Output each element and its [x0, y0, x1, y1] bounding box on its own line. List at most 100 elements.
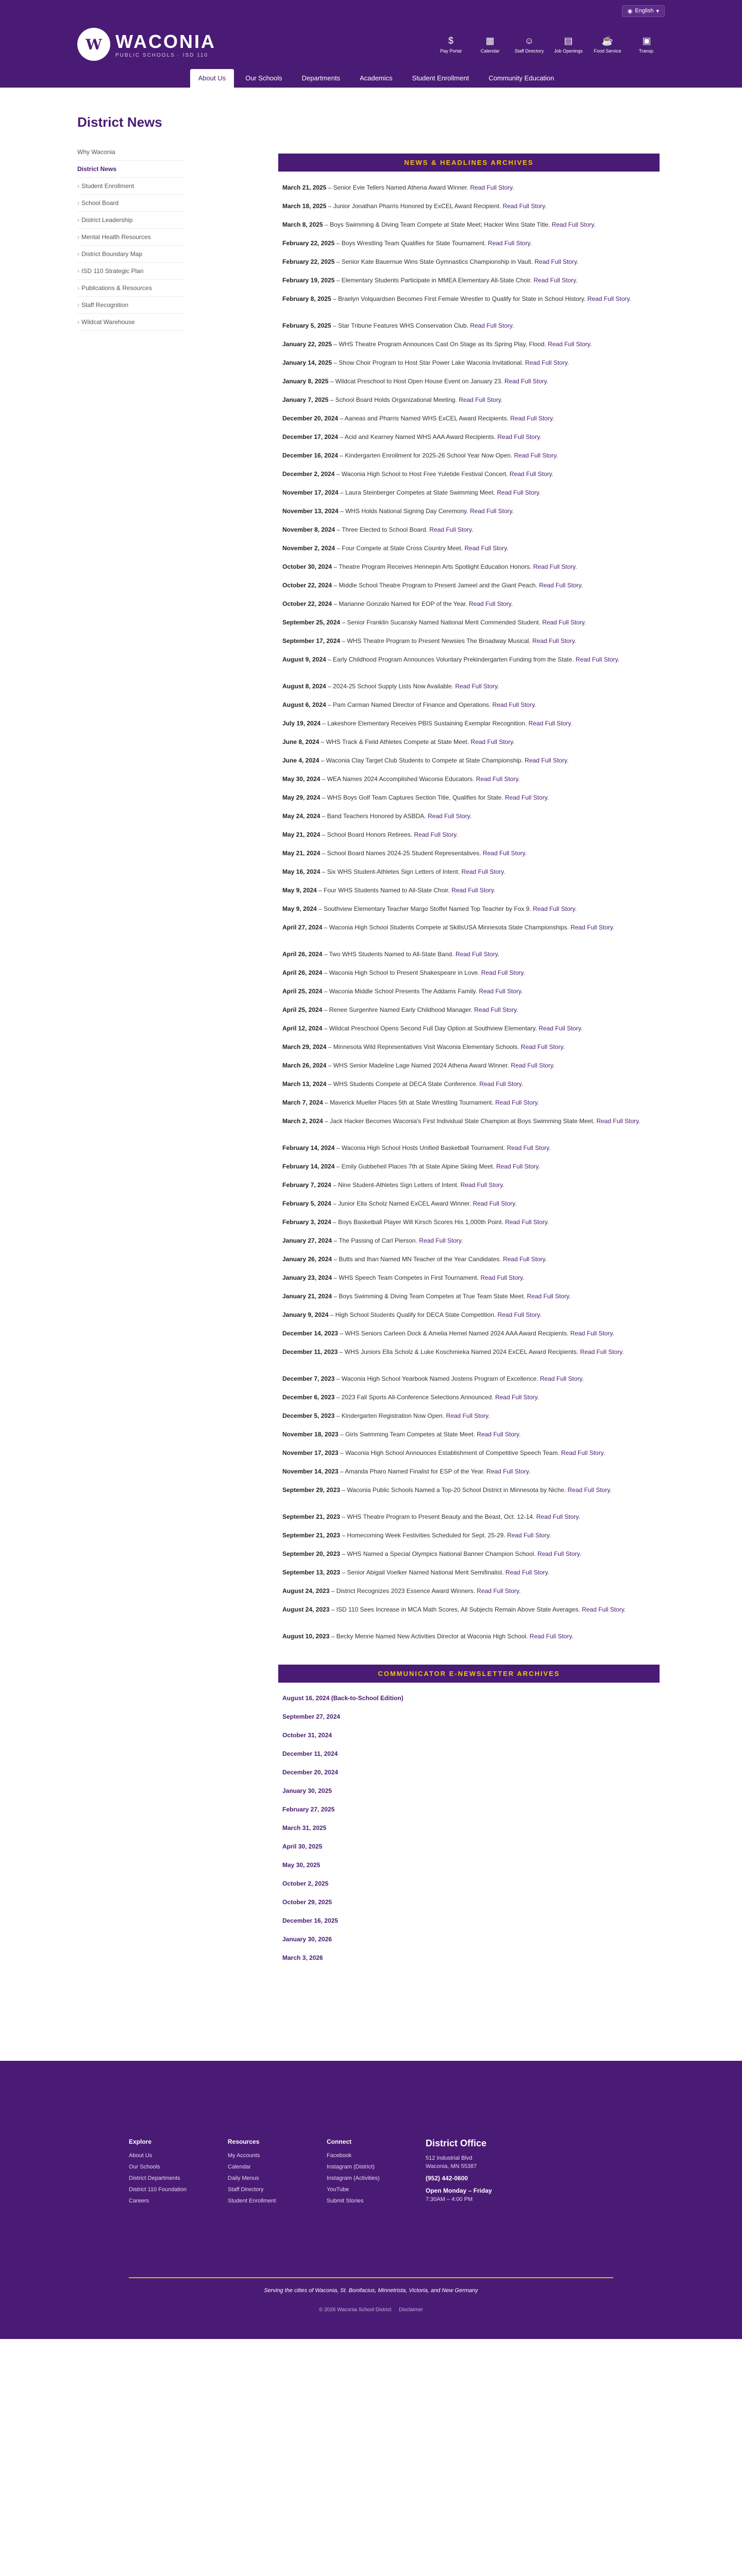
newsletter-link[interactable]: January 30, 2025 [278, 1783, 660, 1801]
read-full-story-link[interactable]: Read Full Story. [538, 1025, 582, 1032]
read-full-story-link[interactable]: Read Full Story. [419, 1237, 463, 1244]
footer-link-staff-directory[interactable]: Staff Directory [228, 2187, 327, 2193]
footer-link-about-us[interactable]: About Us [129, 2153, 228, 2159]
read-full-story-link[interactable]: Read Full Story. [530, 1633, 574, 1640]
read-full-story-link[interactable]: Read Full Story. [498, 1311, 542, 1318]
sidebar-item-isd-110-strategic-plan[interactable]: › ISD 110 Strategic Plan [77, 263, 185, 280]
read-full-story-link[interactable]: Read Full Story. [580, 1348, 624, 1355]
newsletter-link[interactable]: August 16, 2024 (Back-to-School Edition) [278, 1690, 660, 1708]
nav-item-about-us[interactable]: About Us [190, 69, 234, 88]
read-full-story-link[interactable]: Read Full Story. [525, 757, 568, 764]
read-full-story-link[interactable]: Read Full Story. [470, 184, 514, 191]
read-full-story-link[interactable]: Read Full Story. [503, 202, 547, 210]
read-full-story-link[interactable]: Read Full Story. [461, 1181, 504, 1189]
read-full-story-link[interactable]: Read Full Story. [504, 378, 548, 385]
read-full-story-link[interactable]: Read Full Story. [497, 433, 541, 440]
read-full-story-link[interactable]: Read Full Story. [533, 563, 577, 570]
newsletter-link[interactable]: December 16, 2025 [278, 1912, 660, 1931]
sidebar-item-district-leadership[interactable]: › District Leadership [77, 212, 185, 229]
office-phone[interactable]: (952) 442-0600 [426, 2175, 560, 2182]
quick-link-item[interactable]: ▤ Job Openings [550, 29, 586, 60]
read-full-story-link[interactable]: Read Full Story. [542, 619, 586, 626]
read-full-story-link[interactable]: Read Full Story. [446, 1412, 490, 1419]
footer-link-calendar[interactable]: Calendar [228, 2164, 327, 2170]
read-full-story-link[interactable]: Read Full Story. [483, 850, 527, 857]
language-selector[interactable]: ◉ English ▾ [621, 5, 665, 17]
footer-link-facebook[interactable]: Facebook [327, 2153, 426, 2159]
read-full-story-link[interactable]: Read Full Story. [537, 1550, 581, 1557]
quick-link-item[interactable]: ☕ Food Service [589, 29, 626, 60]
read-full-story-link[interactable]: Read Full Story. [570, 924, 614, 931]
sidebar-item-wildcat-warehouse[interactable]: › Wildcat Warehouse [77, 314, 185, 331]
footer-link-instagram-district-[interactable]: Instagram (District) [327, 2164, 426, 2170]
read-full-story-link[interactable]: Read Full Story. [561, 1449, 605, 1456]
read-full-story-link[interactable]: Read Full Story. [414, 831, 458, 838]
read-full-story-link[interactable]: Read Full Story. [596, 1117, 640, 1125]
footer-link-submit-stories[interactable]: Submit Stories [327, 2198, 426, 2204]
read-full-story-link[interactable]: Read Full Story. [533, 905, 577, 912]
footer-link-youtube[interactable]: YouTube [327, 2187, 426, 2193]
newsletter-link[interactable]: December 11, 2024 [278, 1745, 660, 1764]
read-full-story-link[interactable]: Read Full Story. [539, 582, 583, 589]
read-full-story-link[interactable]: Read Full Story. [534, 258, 578, 265]
read-full-story-link[interactable]: Read Full Story. [570, 1330, 614, 1337]
read-full-story-link[interactable]: Read Full Story. [507, 1144, 551, 1151]
newsletter-link[interactable]: October 31, 2024 [278, 1727, 660, 1745]
sidebar-item-student-enrollment[interactable]: › Student Enrollment [77, 178, 185, 195]
disclaimer-link[interactable]: Disclaimer [399, 2307, 423, 2313]
read-full-story-link[interactable]: Read Full Story. [456, 951, 499, 958]
nav-item-community-education[interactable]: Community Education [480, 69, 562, 88]
sidebar-item-school-board[interactable]: › School Board [77, 195, 185, 212]
read-full-story-link[interactable]: Read Full Story. [548, 341, 592, 348]
footer-link-student-enrollment[interactable]: Student Enrollment [228, 2198, 327, 2204]
sidebar-item-mental-health-resources[interactable]: › Mental Health Resources [77, 229, 185, 246]
read-full-story-link[interactable]: Read Full Story. [576, 656, 619, 663]
newsletter-link[interactable]: December 20, 2024 [278, 1764, 660, 1783]
nav-item-student-enrollment[interactable]: Student Enrollment [404, 69, 478, 88]
read-full-story-link[interactable]: Read Full Story. [521, 1043, 565, 1050]
footer-link-district-departments[interactable]: District Departments [129, 2175, 228, 2181]
nav-item-academics[interactable]: Academics [351, 69, 401, 88]
nav-item-departments[interactable]: Departments [294, 69, 348, 88]
read-full-story-link[interactable]: Read Full Story. [505, 1569, 549, 1576]
footer-link-daily-menus[interactable]: Daily Menus [228, 2175, 327, 2181]
read-full-story-link[interactable]: Read Full Story. [428, 812, 471, 820]
read-full-story-link[interactable]: Read Full Story. [514, 452, 558, 459]
read-full-story-link[interactable]: Read Full Story. [493, 701, 536, 708]
read-full-story-link[interactable]: Read Full Story. [525, 359, 569, 366]
read-full-story-link[interactable]: Read Full Story. [455, 683, 499, 690]
newsletter-link[interactable]: September 27, 2024 [278, 1708, 660, 1727]
footer-link-instagram-activities-[interactable]: Instagram (Activities) [327, 2175, 426, 2181]
read-full-story-link[interactable]: Read Full Story. [532, 637, 576, 645]
sidebar-item-district-news[interactable]: District News [77, 161, 185, 178]
read-full-story-link[interactable]: Read Full Story. [568, 1486, 612, 1494]
quick-link-item[interactable]: $ Pay Portal [433, 29, 469, 60]
newsletter-link[interactable]: October 29, 2025 [278, 1894, 660, 1912]
read-full-story-link[interactable]: Read Full Story. [451, 887, 495, 894]
quick-link-item[interactable]: ☺ Staff Directory [511, 29, 547, 60]
footer-link-my-accounts[interactable]: My Accounts [228, 2153, 327, 2159]
read-full-story-link[interactable]: Read Full Story. [470, 507, 514, 515]
read-full-story-link[interactable]: Read Full Story. [510, 415, 554, 422]
read-full-story-link[interactable]: Read Full Story. [507, 1532, 551, 1539]
read-full-story-link[interactable]: Read Full Story. [505, 794, 549, 801]
newsletter-link[interactable]: May 30, 2025 [278, 1857, 660, 1875]
read-full-story-link[interactable]: Read Full Story. [481, 969, 525, 976]
read-full-story-link[interactable]: Read Full Story. [473, 1200, 517, 1207]
read-full-story-link[interactable]: Read Full Story. [510, 470, 553, 478]
read-full-story-link[interactable]: Read Full Story. [479, 1080, 523, 1088]
newsletter-link[interactable]: March 31, 2025 [278, 1820, 660, 1838]
footer-link-district-110-foundation[interactable]: District 110 Foundation [129, 2187, 228, 2193]
read-full-story-link[interactable]: Read Full Story. [470, 322, 514, 329]
read-full-story-link[interactable]: Read Full Story. [503, 1256, 547, 1263]
newsletter-link[interactable]: March 3, 2026 [278, 1950, 660, 1968]
site-logo[interactable]: W WACONIA PUBLIC SCHOOLS · ISD 110 [77, 28, 216, 61]
read-full-story-link[interactable]: Read Full Story. [540, 1375, 584, 1382]
newsletter-link[interactable]: October 2, 2025 [278, 1875, 660, 1894]
newsletter-link[interactable]: April 30, 2025 [278, 1838, 660, 1857]
read-full-story-link[interactable]: Read Full Story. [480, 1274, 524, 1281]
newsletter-link[interactable]: January 30, 2026 [278, 1931, 660, 1950]
read-full-story-link[interactable]: Read Full Story. [474, 1006, 518, 1013]
read-full-story-link[interactable]: Read Full Story. [479, 988, 522, 995]
read-full-story-link[interactable]: Read Full Story. [488, 240, 532, 247]
